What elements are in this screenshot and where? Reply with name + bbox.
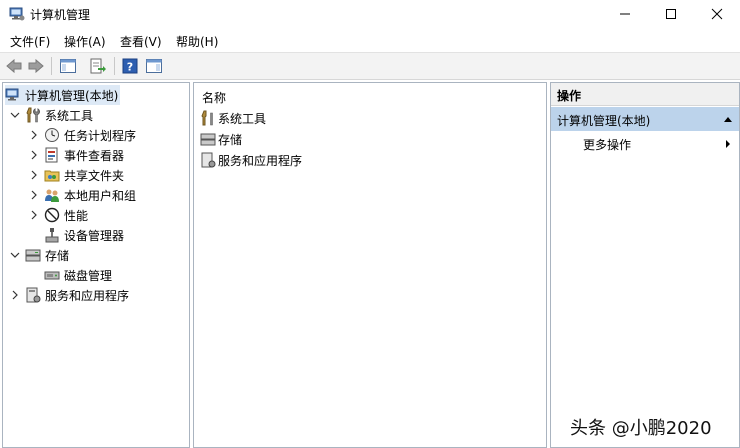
users-icon xyxy=(44,187,60,203)
shared-folder-icon xyxy=(44,167,60,183)
tree-label: 磁盘管理 xyxy=(64,268,113,283)
tree-label: 计算机管理(本地) xyxy=(25,88,119,103)
tree-item-event-viewer[interactable]: 事件查看器 xyxy=(28,145,124,165)
tools-icon xyxy=(200,110,216,126)
actions-header: 操作 xyxy=(551,83,739,106)
menu-action[interactable]: 操作(A) xyxy=(64,33,106,50)
chevron-right-icon[interactable] xyxy=(28,169,40,181)
chevron-right-icon[interactable] xyxy=(9,289,21,301)
disk-icon xyxy=(44,267,60,283)
menu-view[interactable]: 查看(V) xyxy=(120,33,162,50)
help-icon[interactable]: ? xyxy=(120,56,140,76)
chevron-right-icon[interactable] xyxy=(28,209,40,221)
window-title: 计算机管理 xyxy=(30,8,91,22)
list-item-system-tools[interactable]: 系统工具 xyxy=(200,108,266,128)
chevron-down-icon[interactable] xyxy=(9,109,21,121)
storage-icon xyxy=(200,131,216,147)
svg-text:?: ? xyxy=(127,61,133,74)
tree-item-performance[interactable]: 性能 xyxy=(28,205,88,225)
actions-section-label: 计算机管理(本地) xyxy=(557,114,651,128)
more-actions-label: 更多操作 xyxy=(583,138,632,152)
details-pane: 名称 系统工具 存储 服务和应用程序 xyxy=(193,82,547,448)
tree-label: 性能 xyxy=(64,208,89,223)
minimize-button[interactable] xyxy=(602,0,648,28)
services-icon xyxy=(25,287,41,303)
more-actions-item[interactable]: 更多操作 xyxy=(551,133,739,153)
tree-label: 任务计划程序 xyxy=(64,128,137,143)
chevron-right-icon[interactable] xyxy=(28,129,40,141)
actions-section-computer-management[interactable]: 计算机管理(本地) xyxy=(551,107,739,131)
tree-label: 事件查看器 xyxy=(64,148,125,163)
menu-file[interactable]: 文件(F) xyxy=(10,33,50,50)
tools-icon xyxy=(25,107,41,123)
tree-label: 服务和应用程序 xyxy=(45,288,130,303)
computer-icon xyxy=(5,87,21,103)
clock-icon xyxy=(44,127,60,143)
collapse-up-icon[interactable] xyxy=(723,115,733,123)
toolbar-separator xyxy=(114,57,115,75)
services-icon xyxy=(200,152,216,168)
tree-item-storage[interactable]: 存储 xyxy=(9,245,69,265)
column-header-name[interactable]: 名称 xyxy=(202,89,226,106)
show-hide-action-pane-icon[interactable] xyxy=(144,56,164,76)
actions-pane: 操作 计算机管理(本地) 更多操作 xyxy=(550,82,740,448)
list-item-label: 服务和应用程序 xyxy=(218,153,303,168)
performance-icon xyxy=(44,207,60,223)
list-item-label: 系统工具 xyxy=(218,111,267,126)
chevron-down-icon[interactable] xyxy=(9,249,21,261)
forward-button[interactable] xyxy=(26,56,46,76)
back-button[interactable] xyxy=(4,56,24,76)
actions-title: 操作 xyxy=(557,89,582,103)
toolbar: ? xyxy=(0,52,740,80)
menu-bar: 文件(F) 操作(A) 查看(V) 帮助(H) xyxy=(0,28,740,52)
toolbar-separator xyxy=(51,57,52,75)
submenu-arrow-icon xyxy=(726,140,730,148)
tree-item-services-apps[interactable]: 服务和应用程序 xyxy=(9,285,129,305)
device-manager-icon xyxy=(44,227,60,243)
list-item-storage[interactable]: 存储 xyxy=(200,129,242,149)
maximize-button[interactable] xyxy=(648,0,694,28)
tree-label: 存储 xyxy=(45,248,70,263)
list-item-label: 存储 xyxy=(218,132,243,147)
storage-icon xyxy=(25,247,41,263)
watermark: 头条 @小鹏2020 xyxy=(570,418,712,439)
tree-label: 共享文件夹 xyxy=(64,168,125,183)
tree-item-local-users-groups[interactable]: 本地用户和组 xyxy=(28,185,136,205)
tree-item-system-tools[interactable]: 系统工具 xyxy=(9,105,93,125)
tree-item-task-scheduler[interactable]: 任务计划程序 xyxy=(28,125,136,145)
title-bar: 计算机管理 xyxy=(0,0,740,28)
close-button[interactable] xyxy=(694,0,740,28)
chevron-right-icon[interactable] xyxy=(28,189,40,201)
tree-item-shared-folders[interactable]: 共享文件夹 xyxy=(28,165,124,185)
computer-management-icon xyxy=(9,6,25,22)
tree-item-device-manager[interactable]: 设备管理器 xyxy=(44,225,124,245)
list-item-services-apps[interactable]: 服务和应用程序 xyxy=(200,150,302,170)
tree-item-disk-management[interactable]: 磁盘管理 xyxy=(44,265,112,285)
tree-item-computer-management[interactable]: 计算机管理(本地) xyxy=(5,85,121,105)
tree-label: 系统工具 xyxy=(45,108,94,123)
export-list-icon[interactable] xyxy=(88,56,108,76)
menu-help[interactable]: 帮助(H) xyxy=(176,33,218,50)
show-hide-console-tree-icon[interactable] xyxy=(58,56,78,76)
chevron-right-icon[interactable] xyxy=(28,149,40,161)
tree-label: 设备管理器 xyxy=(64,228,125,243)
tree-label: 本地用户和组 xyxy=(64,188,137,203)
console-tree-pane: 计算机管理(本地) 系统工具 任务计划程序 事件查看器 共享文件夹 本地用户和组… xyxy=(2,82,190,448)
event-viewer-icon xyxy=(44,147,60,163)
